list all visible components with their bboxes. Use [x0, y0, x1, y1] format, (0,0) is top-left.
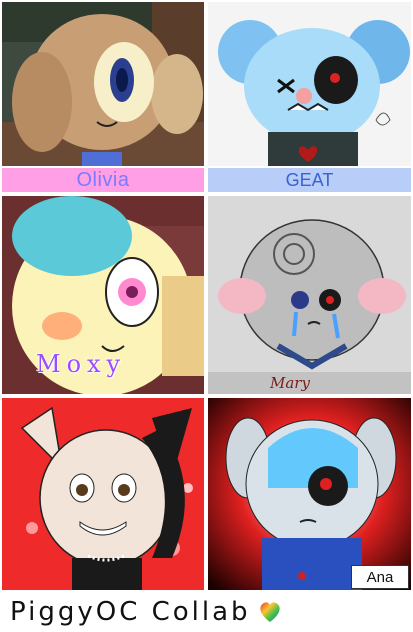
mary-name: Mary [270, 374, 310, 392]
footer-title-bar: PiggyOC Collab [0, 592, 413, 632]
geat-illustration [208, 2, 411, 166]
collab-title: PiggyOC Collab [10, 597, 251, 627]
panel-olivia [0, 0, 206, 168]
red-character-illustration [2, 398, 204, 590]
olivia-name: Olivia [76, 168, 130, 191]
panel-geat [206, 0, 413, 168]
panel-red-character [0, 396, 206, 592]
ana-name: Ana [366, 568, 394, 586]
ana-name-box: Ana [351, 565, 409, 589]
mary-illustration [208, 196, 411, 394]
olivia-illustration [2, 2, 204, 166]
rainbow-heart-icon [259, 602, 280, 622]
olivia-name-banner: Olivia [0, 166, 206, 194]
panel-ana [206, 396, 413, 592]
geat-name: GEAT [285, 169, 334, 190]
ana-illustration [208, 398, 411, 590]
panel-mary [206, 194, 413, 396]
moxy-name: Moxy [36, 350, 127, 378]
geat-name-banner: GEAT [206, 166, 413, 194]
